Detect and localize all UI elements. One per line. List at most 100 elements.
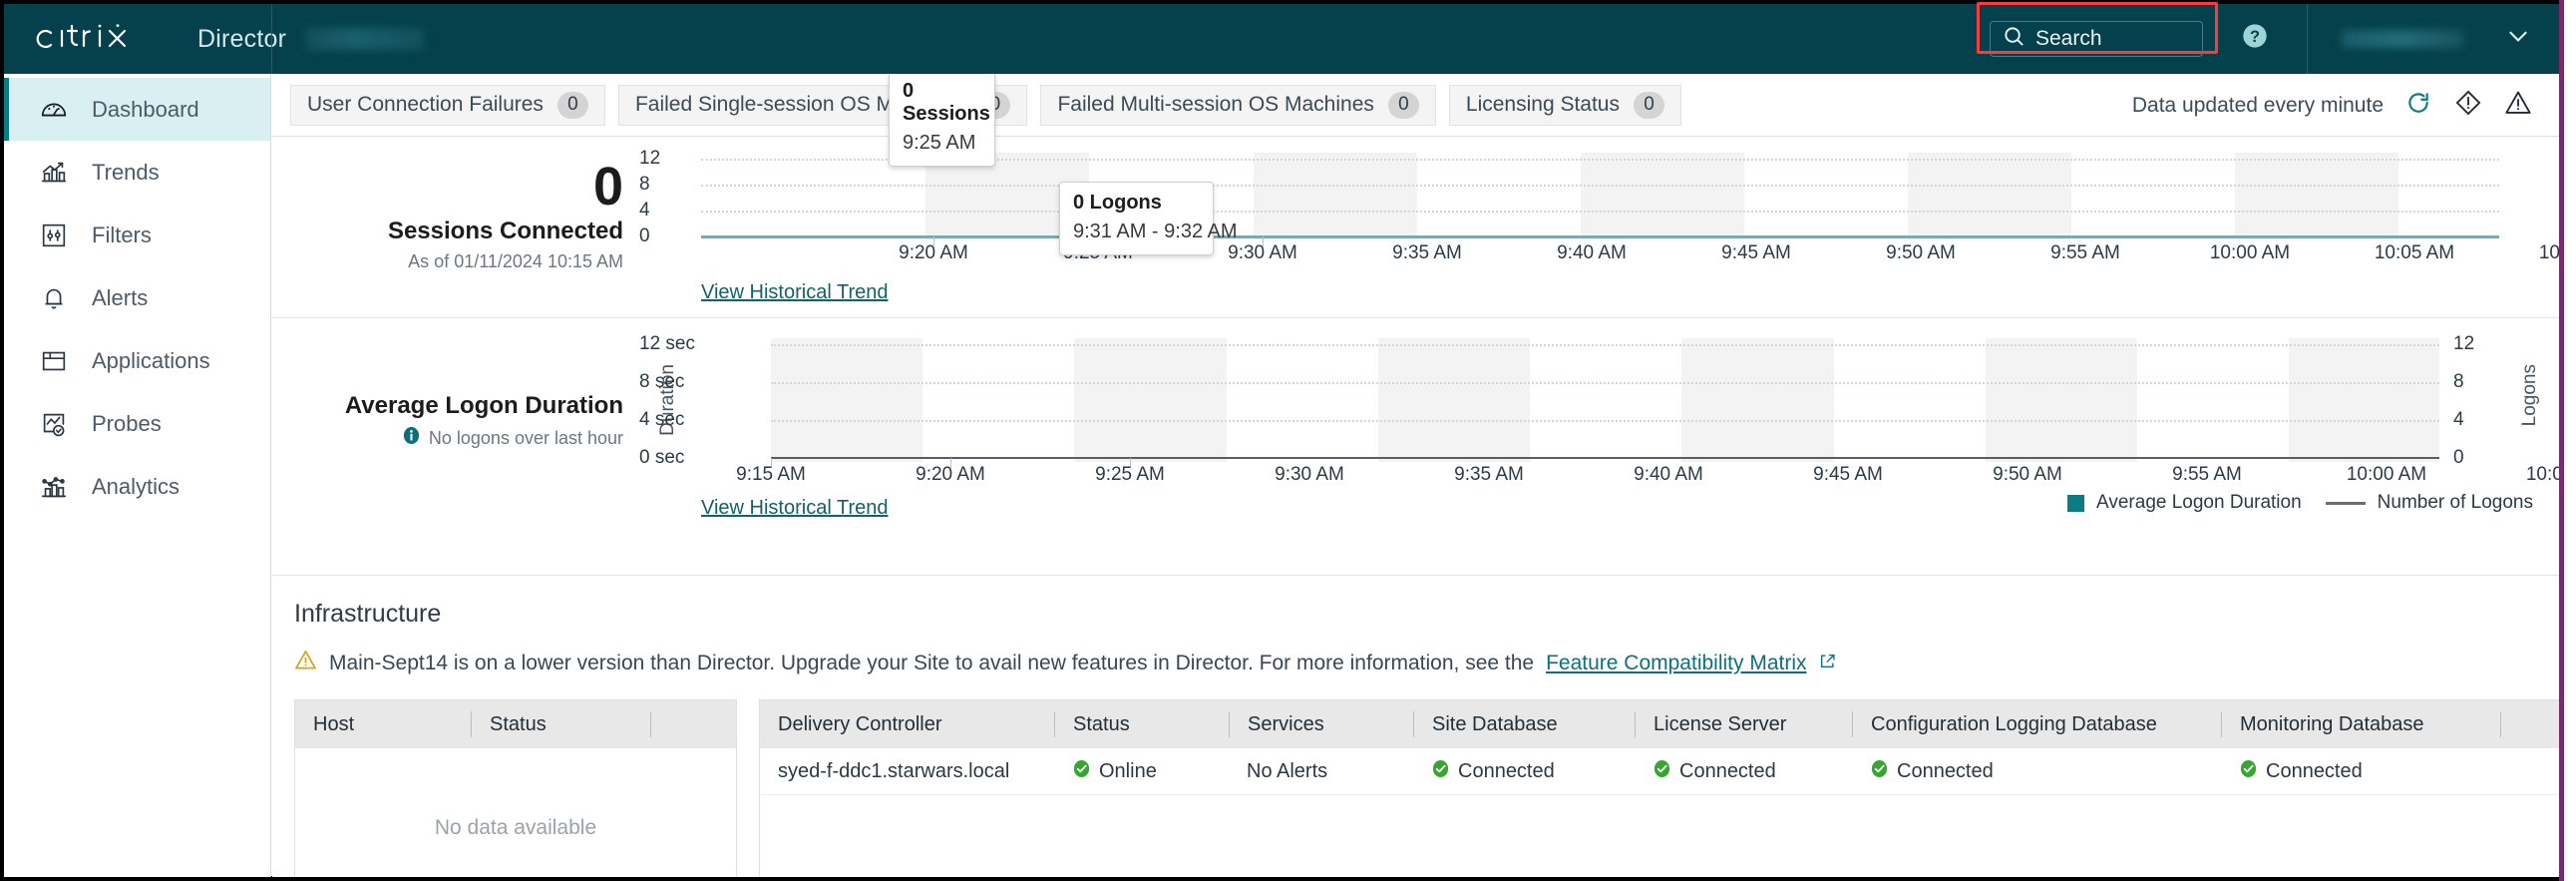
- sidebar-item-label: Applications: [92, 347, 210, 373]
- tabbar-right-controls: Data updated every minute: [2132, 74, 2533, 137]
- status-ok-icon: [1072, 759, 1091, 784]
- analytics-chart-icon: [38, 471, 70, 503]
- tab-count-badge: 0: [1634, 91, 1664, 119]
- sidebar-item-probes[interactable]: Probes: [4, 392, 270, 455]
- legend-item-average-logon-duration: Average Logon Duration: [2067, 492, 2302, 514]
- xtick: 9:30 AM: [1275, 464, 1344, 485]
- column-header-spacer: [2500, 711, 2559, 737]
- diamond-exclamation-icon: [2454, 89, 2482, 123]
- xtick: 9:25 AM: [1095, 464, 1165, 485]
- gridline: [701, 185, 2499, 187]
- chart-band: [1377, 338, 1531, 462]
- alerts-indicator-button[interactable]: [2453, 89, 2483, 123]
- infrastructure-section: Infrastructure Main-Sept14 is on a lower…: [272, 576, 2559, 877]
- infrastructure-warning-text: Main-Sept14 is on a lower version than D…: [329, 651, 1535, 674]
- xtick: 9:45 AM: [1721, 242, 1791, 263]
- sidebar-item-applications[interactable]: Applications: [4, 329, 270, 392]
- sidebar-item-filters[interactable]: Filters: [4, 204, 270, 266]
- external-link-icon: [1819, 652, 1836, 675]
- tab-label: Failed Multi-session OS Machines: [1057, 93, 1374, 116]
- cell-delivery-controller: syed-f-ddc1.starwars.local: [778, 759, 1010, 782]
- y-axis-label-logons: Logons: [2519, 364, 2540, 427]
- help-button[interactable]: ?: [2241, 22, 2269, 56]
- sessions-series-line: [701, 235, 2499, 238]
- cell-status: Online: [1054, 759, 1229, 784]
- cell-license-server-label: Connected: [1679, 759, 1776, 782]
- chevron-down-icon: [2505, 31, 2531, 54]
- search-input[interactable]: Search: [1990, 21, 2203, 57]
- y2tick: 8: [2453, 371, 2464, 392]
- feature-compatibility-matrix-link[interactable]: Feature Compatibility Matrix: [1546, 652, 1806, 675]
- sidebar-item-dashboard[interactable]: Dashboard: [4, 78, 270, 141]
- cell-monitoring-database-label: Connected: [2266, 759, 2363, 782]
- scrollbar-accent[interactable]: [2559, 0, 2564, 881]
- tab-user-connection-failures[interactable]: User Connection Failures 0: [290, 84, 605, 126]
- xtick: 10:05 AM: [2374, 242, 2455, 263]
- sidebar-item-label: Dashboard: [92, 96, 199, 122]
- column-header-status: Status: [471, 711, 650, 737]
- tab-licensing-status[interactable]: Licensing Status 0: [1448, 84, 1681, 126]
- triangle-warning-icon: [294, 649, 317, 677]
- delivery-controller-table: Delivery Controller Status Services Site…: [759, 699, 2559, 877]
- xtick: 9:55 AM: [2050, 242, 2120, 263]
- tab-failed-multi-session-os-machines[interactable]: Failed Multi-session OS Machines 0: [1040, 84, 1436, 126]
- logon-chart-legend: Average Logon Duration Number of Logons: [2059, 492, 2533, 514]
- xtick: 10:00 AM: [2209, 242, 2291, 263]
- sessions-view-historical-trend-link[interactable]: View Historical Trend: [701, 281, 888, 304]
- director-dashboard-page: Director Search ? Dashboard Trends Filte…: [0, 0, 2576, 881]
- xtick: 9:55 AM: [2172, 464, 2242, 485]
- gridline: [701, 211, 2499, 213]
- xtick: 9:20 AM: [899, 242, 968, 263]
- column-header-spacer: [650, 711, 736, 737]
- sessions-kpi: 0 Sessions Connected As of 01/11/2024 10…: [272, 137, 639, 272]
- citrix-logo-icon: [34, 22, 158, 56]
- logon-title: Average Logon Duration: [344, 392, 623, 419]
- table-row[interactable]: syed-f-ddc1.starwars.local Online No Ale…: [760, 748, 2559, 795]
- xtick: 9:50 AM: [1886, 242, 1956, 263]
- legend-label: Number of Logons: [2377, 492, 2533, 513]
- cell-configuration-logging-database: Connected: [1852, 759, 2221, 784]
- triangle-warning-icon: [2504, 89, 2532, 123]
- warnings-indicator-button[interactable]: [2503, 91, 2533, 121]
- help-circle-icon: ?: [2241, 22, 2269, 56]
- data-refresh-label: Data updated every minute: [2131, 93, 2384, 117]
- column-header-delivery-controller: Delivery Controller: [778, 712, 942, 735]
- host-table-empty-message: No data available: [434, 816, 597, 839]
- infrastructure-tables: Host Status No data available Delivery C…: [294, 699, 2559, 877]
- sidebar-item-trends[interactable]: Trends: [4, 141, 270, 204]
- ytick: 8: [639, 174, 650, 195]
- window-icon: [38, 345, 70, 377]
- logons-series-line: [771, 457, 2439, 459]
- status-ok-icon: [1870, 759, 1889, 784]
- logon-view-historical-trend-link[interactable]: View Historical Trend: [701, 497, 888, 520]
- column-header-site-database: Site Database: [1413, 711, 1635, 737]
- search-icon: [2003, 25, 2025, 54]
- logon-kpi: Average Logon Duration No logons over la…: [272, 318, 639, 450]
- logon-plot-area: [771, 338, 2439, 462]
- chart-band: [1907, 153, 2071, 240]
- gridline: [771, 382, 2439, 384]
- logon-chart-column: Duration 12 sec 8 sec 4 sec 0 sec Logons…: [639, 318, 2559, 520]
- main-content: User Connection Failures 0 Failed Single…: [272, 74, 2559, 877]
- infrastructure-warning: Main-Sept14 is on a lower version than D…: [294, 649, 2559, 677]
- xtick: 10:00 AM: [2346, 464, 2427, 485]
- sessions-value: 0: [592, 157, 623, 217]
- sidebar-item-alerts[interactable]: Alerts: [4, 266, 270, 329]
- tooltip-subtitle: 9:25 AM: [903, 132, 976, 154]
- xtick: 9:20 AM: [916, 464, 985, 485]
- svg-text:?: ?: [2250, 28, 2260, 46]
- info-icon: [402, 426, 421, 450]
- column-header-services: Services: [1229, 711, 1413, 737]
- cell-services: No Alerts: [1247, 759, 1328, 782]
- status-ok-icon: [1431, 759, 1450, 784]
- user-menu-button[interactable]: [2505, 23, 2531, 55]
- probe-check-icon: [38, 408, 70, 440]
- sidebar-item-label: Filters: [92, 221, 152, 247]
- xtick: 9:35 AM: [1454, 464, 1524, 485]
- average-logon-duration-chart[interactable]: Duration 12 sec 8 sec 4 sec 0 sec Logons…: [639, 326, 2559, 486]
- sidebar-item-label: Analytics: [92, 473, 181, 499]
- sidebar-item-analytics[interactable]: Analytics: [4, 455, 270, 518]
- header-divider-left: [271, 4, 272, 74]
- refresh-button[interactable]: [2403, 91, 2433, 121]
- gridline: [771, 344, 2439, 346]
